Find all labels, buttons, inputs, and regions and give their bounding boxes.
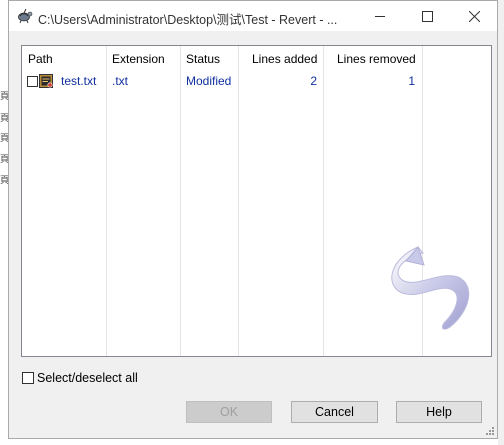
window-title: C:\Users\Administrator\Desktop\测试\Test -… xyxy=(38,13,338,27)
column-header-status[interactable]: Status xyxy=(186,46,220,72)
select-all-box[interactable] xyxy=(22,372,34,384)
close-button[interactable] xyxy=(451,1,497,31)
select-all-label: Select/deselect all xyxy=(37,371,138,385)
file-status: Modified xyxy=(186,74,232,88)
column-divider[interactable] xyxy=(180,46,181,356)
background-glyph: 頁 xyxy=(0,134,10,144)
minimize-icon xyxy=(374,15,385,17)
minimize-button[interactable] xyxy=(357,1,403,31)
help-button[interactable]: Help xyxy=(396,401,482,423)
column-divider[interactable] xyxy=(238,46,239,356)
column-header-lines-removed[interactable]: Lines removed xyxy=(337,46,416,72)
maximize-button[interactable] xyxy=(404,1,450,31)
revert-arrow-icon xyxy=(391,246,470,330)
column-header-extension[interactable]: Extension xyxy=(112,46,165,72)
file-row[interactable]: test.txt .txt Modified 2 1 xyxy=(22,72,491,90)
background-window-strip: 頁 頁 頁 頁 頁 xyxy=(0,0,10,445)
maximize-icon xyxy=(421,10,433,22)
file-path: test.txt xyxy=(61,74,97,88)
file-extension: .txt xyxy=(112,74,129,88)
title-bar[interactable]: C:\Users\Administrator\Desktop\测试\Test -… xyxy=(9,1,497,31)
file-lines-added: 2 xyxy=(310,74,317,88)
background-glyph: 頁 xyxy=(0,92,10,102)
ok-button[interactable]: OK xyxy=(186,401,272,423)
file-lines-removed: 1 xyxy=(408,74,415,88)
background-glyph: 頁 xyxy=(0,176,10,186)
background-window-edge xyxy=(498,0,504,445)
close-icon xyxy=(468,10,480,22)
revert-dialog: C:\Users\Administrator\Desktop\测试\Test -… xyxy=(8,0,498,439)
background-glyph: 頁 xyxy=(0,155,10,165)
text-file-icon xyxy=(39,74,53,88)
column-divider[interactable] xyxy=(323,46,324,356)
column-header-path[interactable]: Path xyxy=(28,46,53,72)
background-glyph: 頁 xyxy=(0,114,10,124)
list-header: Path Extension Status Lines added Lines … xyxy=(22,46,491,72)
column-divider[interactable] xyxy=(106,46,107,356)
resize-grip-icon[interactable] xyxy=(485,426,495,436)
column-header-lines-added[interactable]: Lines added xyxy=(252,46,317,72)
tortoise-icon xyxy=(18,8,33,24)
file-row-checkbox[interactable] xyxy=(27,76,38,87)
cancel-button[interactable]: Cancel xyxy=(291,401,378,423)
file-list[interactable]: Path Extension Status Lines added Lines … xyxy=(21,45,492,357)
